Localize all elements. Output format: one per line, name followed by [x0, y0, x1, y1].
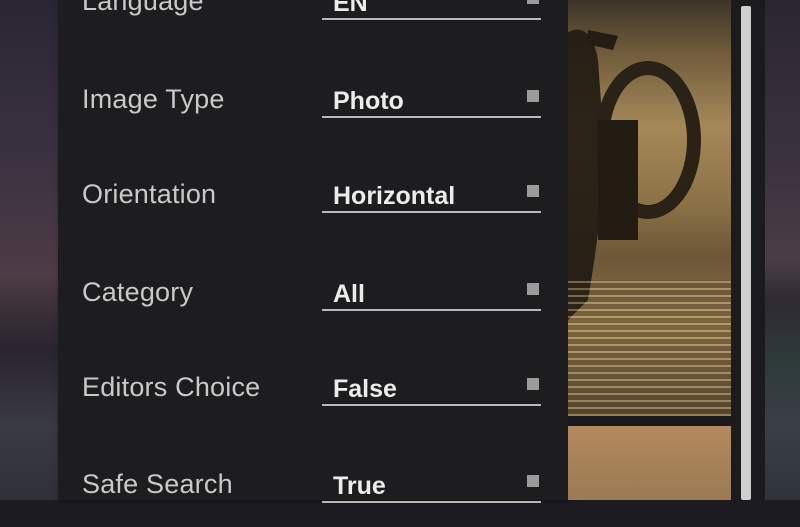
- dropdown-marker-icon: [527, 0, 539, 4]
- category-value: All: [333, 280, 365, 308]
- editors-choice-label: Editors Choice: [82, 372, 261, 402]
- orientation-label: Orientation: [82, 179, 217, 209]
- dropdown-marker-icon: [527, 475, 539, 487]
- image-preview[interactable]: [568, 0, 731, 416]
- dropdown-marker-icon: [527, 185, 539, 197]
- image-type-value: Photo: [333, 87, 404, 115]
- image-type-select[interactable]: Photo: [322, 84, 541, 118]
- settings-panel: Language EN Image Type Photo Orientation…: [58, 0, 569, 503]
- dropdown-marker-icon: [527, 283, 539, 295]
- dropdown-marker-icon: [527, 378, 539, 390]
- background-scene-left: [0, 0, 58, 500]
- setting-row-language: Language EN: [58, 0, 568, 44]
- editors-choice-select[interactable]: False: [322, 372, 541, 406]
- setting-row-orientation: Orientation Horizontal: [58, 177, 568, 237]
- language-value: EN: [333, 0, 368, 17]
- category-label: Category: [82, 277, 194, 307]
- background-scene-right: [765, 0, 800, 500]
- safe-search-label: Safe Search: [82, 469, 233, 499]
- category-select[interactable]: All: [322, 277, 541, 311]
- preview-divider: [568, 416, 731, 426]
- language-label: Language: [82, 0, 204, 16]
- preview-water-reflection: [568, 280, 731, 416]
- setting-row-safe-search: Safe Search True: [58, 467, 568, 527]
- orientation-value: Horizontal: [333, 182, 456, 210]
- editors-choice-value: False: [333, 375, 397, 403]
- image-type-label: Image Type: [82, 84, 225, 114]
- setting-row-editors-choice: Editors Choice False: [58, 370, 568, 430]
- safe-search-select[interactable]: True: [322, 469, 541, 503]
- setting-row-category: Category All: [58, 275, 568, 335]
- safe-search-value: True: [333, 472, 386, 500]
- scrollbar-thumb[interactable]: [741, 6, 751, 500]
- language-select[interactable]: EN: [322, 0, 541, 20]
- dropdown-marker-icon: [527, 90, 539, 102]
- setting-row-image-type: Image Type Photo: [58, 82, 568, 142]
- orientation-select[interactable]: Horizontal: [322, 179, 541, 213]
- image-preview-next[interactable]: [568, 426, 731, 500]
